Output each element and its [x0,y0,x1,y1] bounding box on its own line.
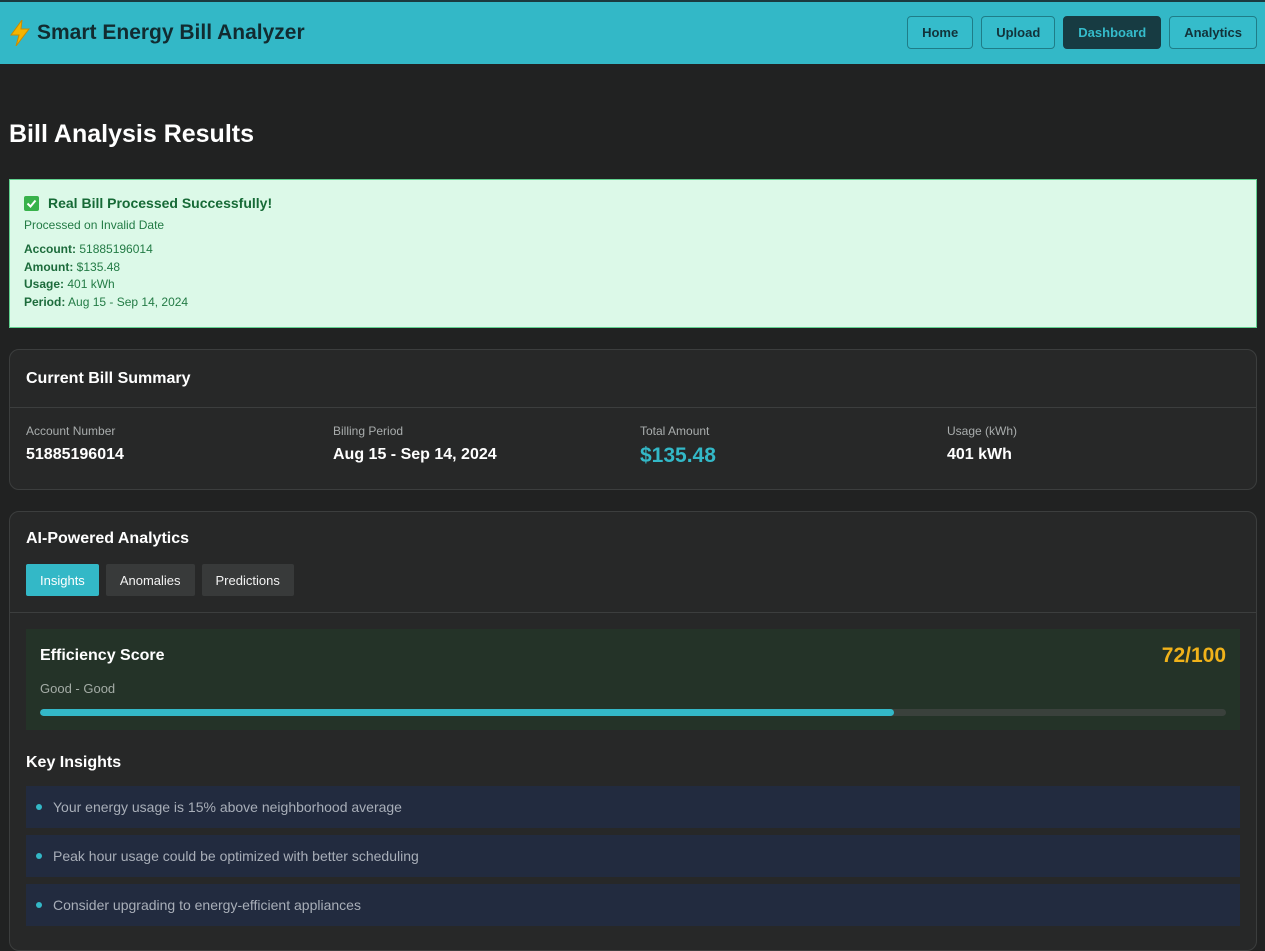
tabs-divider [10,612,1256,613]
tab-anomalies[interactable]: Anomalies [105,564,195,596]
nav-dashboard-button[interactable]: Dashboard [1063,16,1162,49]
page-title: Bill Analysis Results [9,120,254,148]
success-period: Period: Aug 15 - Sep 14, 2024 [24,294,189,309]
success-subtitle: Processed on Invalid Date [24,218,165,232]
insights-list: Your energy usage is 15% above neighborh… [10,772,1256,926]
app-title: Smart Energy Bill Analyzer [37,21,305,44]
success-usage: Usage: 401 kWh [24,277,115,292]
lightning-bolt-icon [10,20,31,46]
top-navbar: Smart Energy Bill Analyzer Home Upload D… [0,0,1265,64]
efficiency-progress-bar [40,709,1226,716]
list-item: Peak hour usage could be optimized with … [26,835,1240,877]
efficiency-rating: Good - Good [40,681,116,696]
nav-analytics-button[interactable]: Analytics [1169,16,1257,49]
app-brand[interactable]: Smart Energy Bill Analyzer [9,19,305,47]
summary-usage: Usage (kWh) 401 kWh [947,424,1018,463]
bullet-icon [36,853,42,859]
bullet-icon [36,902,42,908]
key-insights-title: Key Insights [26,754,122,771]
list-item: Consider upgrading to energy-efficient a… [26,884,1240,926]
efficiency-title: Efficiency Score [40,647,165,664]
efficiency-progress-fill [40,709,894,716]
success-account: Account: 51885196014 [24,242,153,256]
checkmark-icon [24,195,39,211]
summary-account: Account Number 51885196014 [26,424,124,463]
tab-predictions[interactable]: Predictions [201,564,294,596]
success-title: Real Bill Processed Successfully! [48,195,273,211]
summary-period: Billing Period Aug 15 - Sep 14, 2024 [333,424,497,463]
main-nav: Home Upload Dashboard Analytics [907,16,1257,49]
bill-summary-title: Current Bill Summary [10,350,1256,408]
nav-home-button[interactable]: Home [907,16,974,49]
analytics-tabs: Insights Anomalies Predictions [10,548,1256,596]
bill-summary-card: Current Bill Summary Account Number 5188… [9,349,1257,490]
summary-amount: Total Amount $135.48 [640,424,716,467]
success-alert: Real Bill Processed Successfully! Proces… [9,179,1257,328]
efficiency-score-panel: Efficiency Score 72/100 Good - Good [26,629,1240,730]
analytics-card: AI-Powered Analytics Insights Anomalies … [9,511,1257,951]
tab-insights[interactable]: Insights [26,564,99,596]
efficiency-value: 72/100 [1161,644,1226,667]
success-details: Account: 51885196014 Amount: $135.48 Usa… [24,241,1242,311]
success-amount: Amount: $135.48 [24,259,121,274]
bullet-icon [36,804,42,810]
analytics-title: AI-Powered Analytics [26,530,190,547]
nav-upload-button[interactable]: Upload [981,16,1056,49]
list-item: Your energy usage is 15% above neighborh… [26,786,1240,828]
